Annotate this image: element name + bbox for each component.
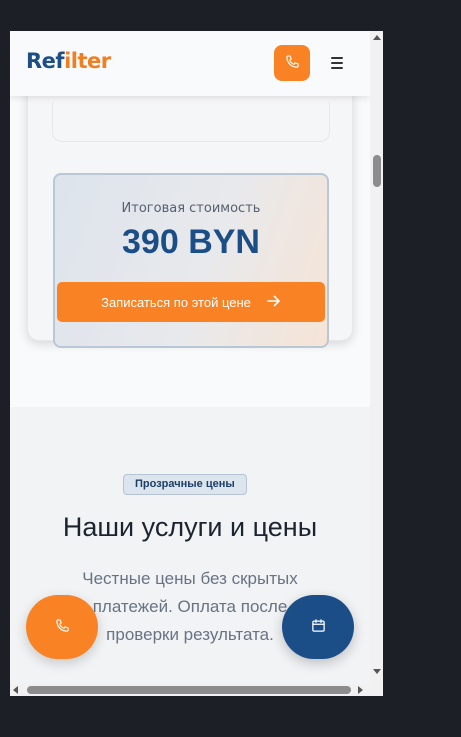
arrow-right-icon (267, 295, 281, 310)
page-viewport: Итоговая стоимость 390 BYN Записаться по… (10, 31, 370, 684)
horizontal-scroll-thumb[interactable] (27, 686, 351, 694)
calendar-icon (311, 618, 326, 637)
total-price-label: Итоговая стоимость (121, 201, 261, 216)
logo-part-ilter: ilter (64, 49, 111, 73)
scroll-left-arrow-icon[interactable] (13, 686, 18, 694)
hamburger-menu-icon[interactable] (326, 51, 348, 75)
vertical-scroll-thumb[interactable] (373, 155, 381, 187)
total-price-value: 390 BYN (122, 223, 260, 261)
phone-icon (55, 618, 70, 637)
total-price-box: Итоговая стоимость 390 BYN Записаться по… (53, 173, 329, 348)
transparent-prices-badge: Прозрачные цены (123, 474, 247, 495)
services-title: Наши услуги и цены (62, 512, 318, 542)
book-at-price-button[interactable]: Записаться по этой цене (57, 282, 325, 322)
floating-call-button[interactable] (26, 595, 98, 659)
phone-icon (285, 54, 300, 73)
header-call-button[interactable] (274, 45, 310, 81)
previous-option-box (52, 102, 330, 142)
floating-booking-button[interactable] (282, 595, 354, 659)
site-logo[interactable]: Refilter (26, 49, 111, 73)
site-header: Refilter (10, 31, 370, 96)
logo-part-ref: Ref (26, 49, 65, 73)
scroll-down-arrow-icon[interactable] (373, 669, 381, 674)
browser-window: Итоговая стоимость 390 BYN Записаться по… (10, 31, 383, 696)
price-calculator-card: Итоговая стоимость 390 BYN Записаться по… (27, 71, 353, 348)
vertical-scrollbar[interactable] (370, 31, 383, 684)
scroll-up-arrow-icon[interactable] (373, 35, 381, 40)
book-button-label: Записаться по этой цене (101, 294, 251, 310)
scroll-right-arrow-icon[interactable] (358, 686, 363, 694)
horizontal-scrollbar[interactable] (10, 684, 383, 696)
